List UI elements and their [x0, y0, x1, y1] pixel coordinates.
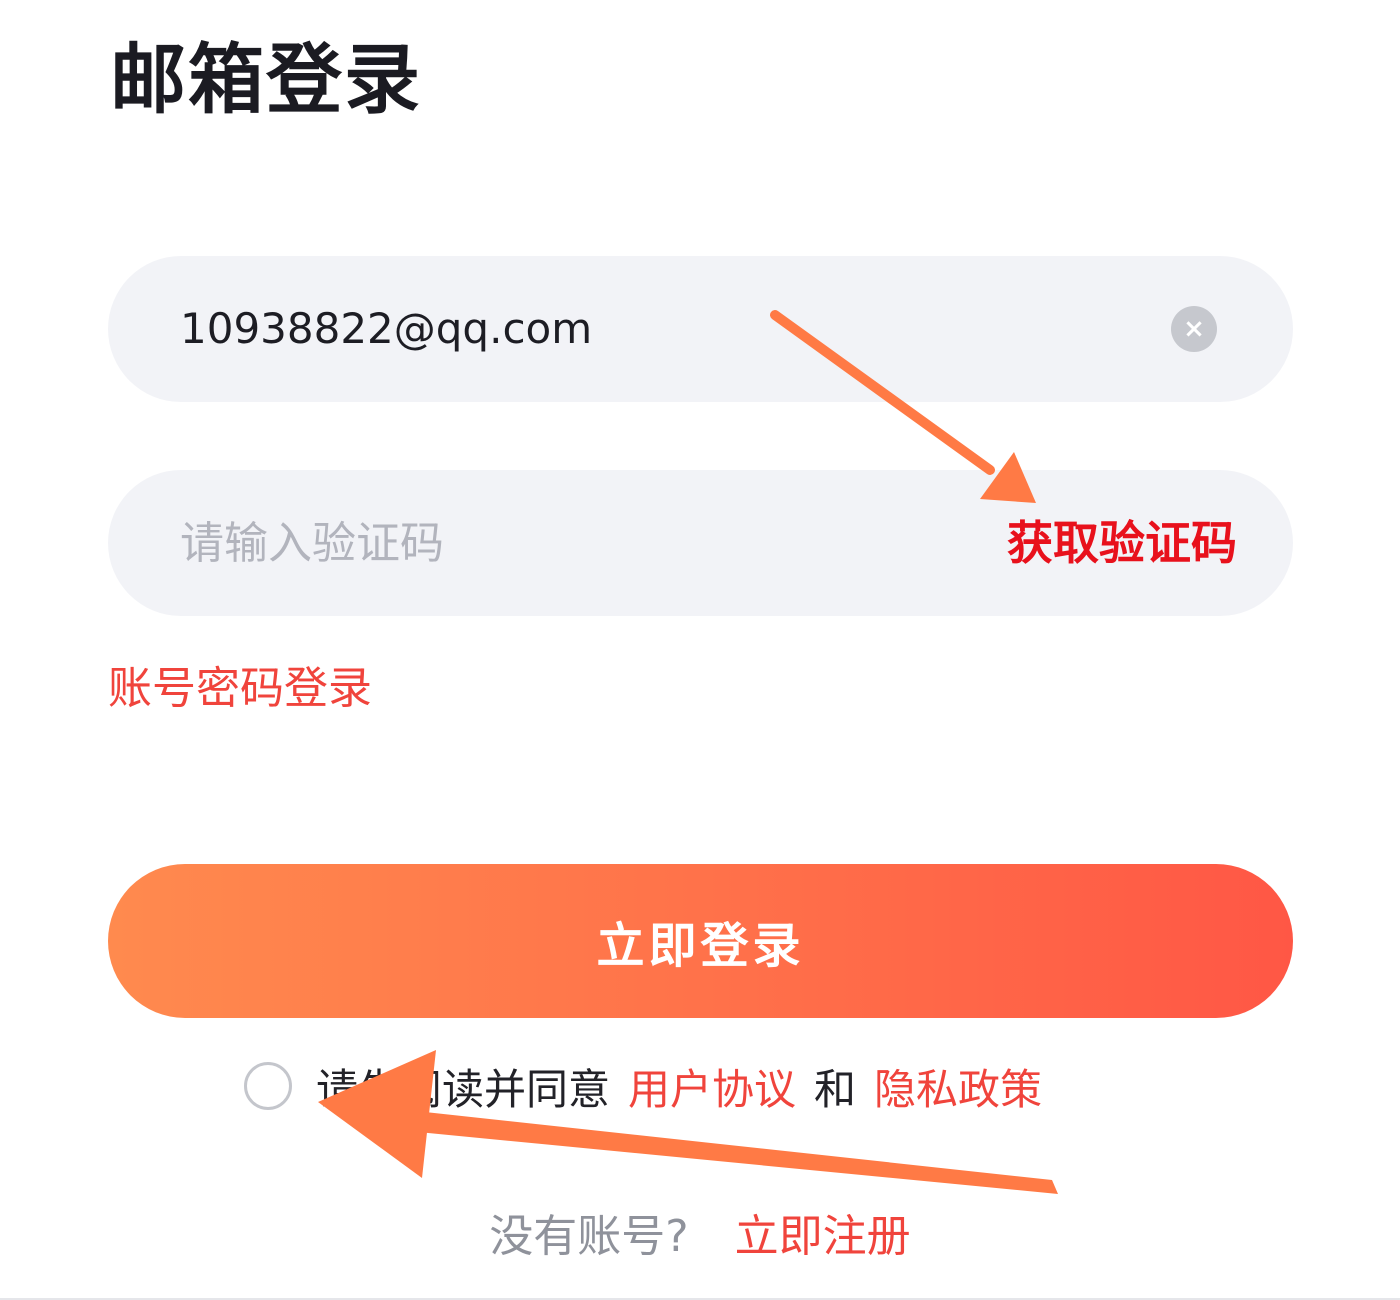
user-agreement-link[interactable]: 用户协议: [628, 1056, 796, 1117]
agreement-prefix: 请先阅读并同意: [316, 1064, 611, 1114]
register-link[interactable]: 立即注册: [735, 1211, 911, 1262]
register-prompt: 没有账号?: [489, 1211, 689, 1262]
verification-code-input[interactable]: [180, 506, 880, 580]
register-row: 没有账号? 立即注册: [0, 1200, 1400, 1264]
agreement-row: 请先阅读并同意 用户协议 和 隐私政策: [244, 1056, 1042, 1116]
get-code-button[interactable]: 获取验证码: [1007, 470, 1237, 616]
agreement-checkbox[interactable]: [244, 1062, 292, 1110]
email-field[interactable]: 10938822@qq.com ×: [108, 256, 1293, 402]
login-button[interactable]: 立即登录: [108, 864, 1293, 1018]
verification-code-field: 获取验证码: [108, 470, 1293, 616]
password-login-link[interactable]: 账号密码登录: [108, 652, 372, 716]
privacy-policy-link[interactable]: 隐私政策: [874, 1056, 1042, 1117]
agreement-conjunction: 和: [814, 1064, 857, 1114]
page-title: 邮箱登录: [110, 35, 422, 124]
clear-input-icon[interactable]: ×: [1171, 306, 1217, 352]
email-value: 10938822@qq.com: [180, 304, 593, 353]
